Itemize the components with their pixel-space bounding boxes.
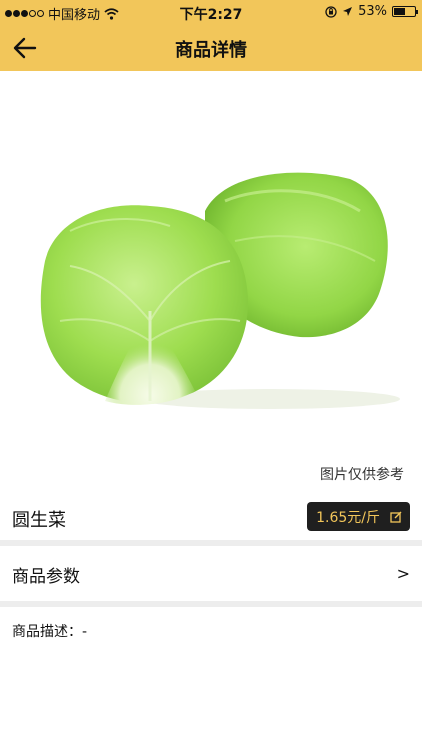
image-reference-note: 图片仅供参考 [320, 467, 404, 483]
product-name-row: 圆生菜 1.65元/斤 [0, 496, 422, 540]
lettuce-image [40, 172, 400, 409]
battery-icon [392, 6, 418, 17]
params-label: 商品参数 [12, 567, 80, 587]
product-name: 圆生菜 [12, 510, 66, 531]
price-badge[interactable]: 1.65元/斤 [307, 502, 410, 531]
location-arrow-icon [343, 7, 353, 16]
rotation-lock-icon [325, 5, 337, 18]
product-params-row[interactable]: 商品参数 > [0, 546, 422, 601]
product-description-row: 商品描述：- [0, 607, 422, 750]
nav-bar: 商品详情 [0, 24, 422, 71]
battery-level-fill [394, 8, 405, 15]
product-image [0, 71, 422, 496]
battery-percent: 53% [358, 4, 387, 19]
product-description: 商品描述：- [12, 624, 88, 640]
chevron-right-icon: > [396, 564, 410, 583]
header: 中国移动 下午2:27 53% 商品详情 [0, 0, 422, 71]
page-title: 商品详情 [175, 40, 247, 61]
status-right: 53% [325, 4, 418, 19]
status-bar: 中国移动 下午2:27 53% [0, 0, 422, 24]
edit-icon [390, 511, 402, 523]
price-label: 1.65元/斤 [316, 509, 380, 526]
